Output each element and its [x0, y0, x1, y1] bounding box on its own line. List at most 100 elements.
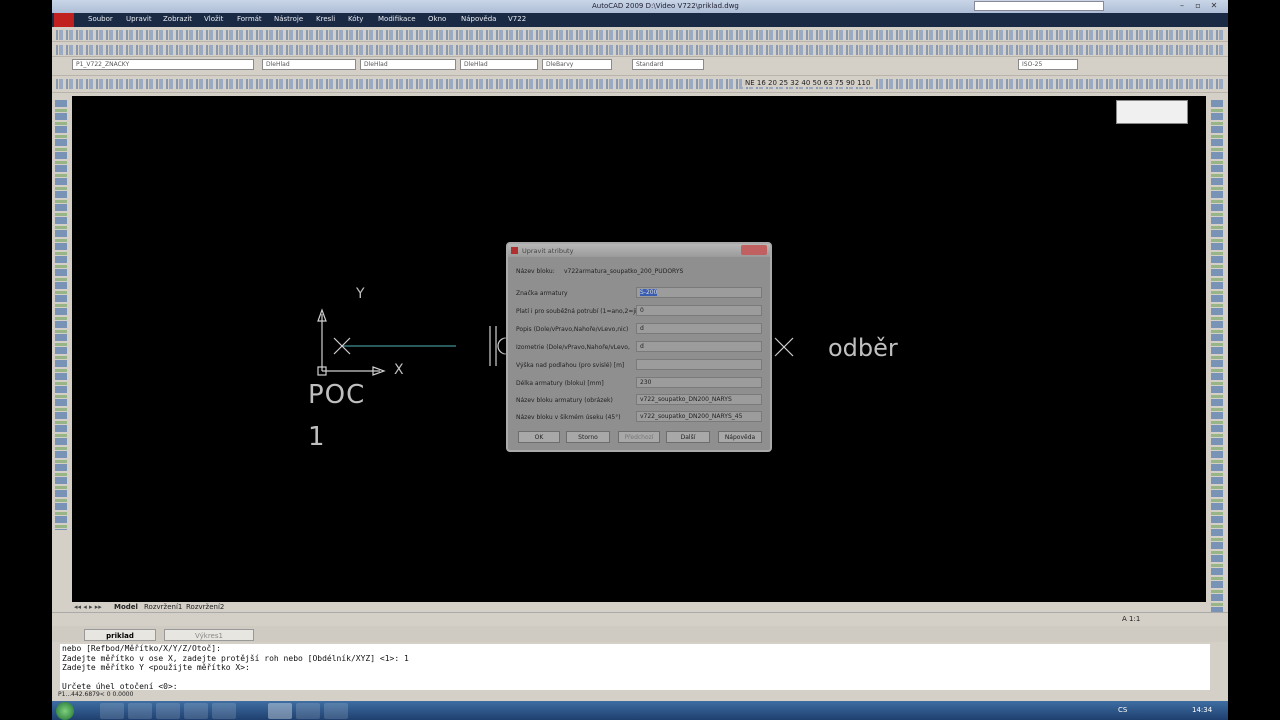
attribute-label: Izometrie (Dole/vPravo,Nahoře/vLevo,: [516, 344, 630, 351]
language-indicator[interactable]: CS: [1118, 706, 1127, 714]
taskbar-ie-button[interactable]: [212, 703, 236, 719]
toolbar-icons[interactable]: [55, 100, 67, 530]
status-bar: P1...442.6879< 0 0.0000: [52, 690, 1228, 701]
linetype-select[interactable]: DleHlad: [360, 59, 456, 70]
attribute-field[interactable]: v722_soupatko_DN200_NARYS: [636, 394, 762, 405]
menu-napoveda[interactable]: Nápověda: [461, 15, 496, 23]
axis-x-label: X: [394, 362, 404, 378]
minimize-icon[interactable]: –: [1176, 1, 1188, 11]
block-name-value: v722armatura_soupatko_200_PUDORYS: [564, 268, 684, 275]
color-select[interactable]: DleHlad: [262, 59, 356, 70]
annotation-scale-bar: A 1:1: [52, 612, 1228, 626]
textstyle-select[interactable]: Standard: [632, 59, 704, 70]
dialog-title: Upravit atributy: [522, 247, 574, 255]
taskbar-save-button[interactable]: [184, 703, 208, 719]
attribute-field[interactable]: d: [636, 341, 762, 352]
attribute-field[interactable]: [636, 359, 762, 370]
application-menu-icon[interactable]: [54, 13, 74, 27]
layout-tabs: ◂◂ ◂ ▸ ▸▸ Model Rozvržení1 Rozvržení2: [72, 602, 1206, 612]
help-button[interactable]: Nápověda: [718, 431, 762, 443]
menu-upravit[interactable]: Upravit: [126, 15, 152, 23]
document-tabs: priklad Výkres1: [52, 626, 1228, 642]
toolbar-icons[interactable]: [56, 45, 1224, 55]
previous-button[interactable]: Předchozí: [618, 431, 660, 443]
ucs-icon: [317, 308, 386, 376]
cancel-button[interactable]: Storno: [566, 431, 610, 443]
attribute-label: Název bloku v šikmém úseku (45°): [516, 414, 621, 421]
toolbar-icons[interactable]: [56, 30, 1224, 40]
menu-soubor[interactable]: Soubor: [88, 15, 113, 23]
layer-select[interactable]: P1_V722_ZNACKY: [72, 59, 254, 70]
attribute-field[interactable]: 0: [636, 305, 762, 316]
axis-y-label: Y: [356, 286, 365, 302]
taskbar-app-button[interactable]: [324, 703, 348, 719]
command-history-line: [62, 673, 1210, 683]
menu-okno[interactable]: Okno: [428, 15, 446, 23]
command-history-line: nebo [Refbod/Měřítko/X/Y/Z/Otoč]:: [62, 644, 221, 653]
taskbar-firefox-button[interactable]: [156, 703, 180, 719]
plotstyle-select[interactable]: DleBarvy: [542, 59, 612, 70]
clock[interactable]: 14:34: [1192, 706, 1212, 714]
menu-koty[interactable]: Kóty: [348, 15, 363, 23]
nav-widget[interactable]: [1116, 100, 1188, 124]
dialog-close-icon[interactable]: [741, 245, 767, 255]
attribute-label: Název bloku armatury (obrázek): [516, 397, 613, 404]
start-button[interactable]: [56, 702, 74, 720]
menu-format[interactable]: Formát: [237, 15, 262, 23]
poc-label: POC: [308, 380, 366, 410]
menu-nastroje[interactable]: Nástroje: [274, 15, 303, 23]
taskbar-autocad-button[interactable]: [268, 703, 292, 719]
attribute-label: Délka armatury (bloku) [mm]: [516, 380, 604, 387]
tab-rozvrzeni2[interactable]: Rozvržení2: [186, 603, 224, 611]
infocenter-search-input[interactable]: [974, 1, 1104, 11]
coordinate-readout: P1...442.6879< 0 0.0000: [58, 691, 134, 698]
command-line[interactable]: nebo [Refbod/Měřítko/X/Y/Z/Otoč]: Zadejt…: [60, 644, 1210, 691]
command-history-line: Zadejte měřítko v ose X, zadejte protějš…: [62, 653, 409, 663]
menu-v722[interactable]: V722: [508, 15, 526, 23]
right-toolbar: [1208, 96, 1226, 626]
block-name-label: Název bloku:: [516, 268, 555, 275]
doc-tab-vykres1[interactable]: Výkres1: [164, 629, 254, 641]
attribute-label: Značka armatury: [516, 290, 568, 297]
attribute-field[interactable]: 230: [636, 377, 762, 388]
toolbar-icons[interactable]: [1211, 100, 1223, 620]
attribute-field[interactable]: d: [636, 323, 762, 334]
lineweight-select[interactable]: DleHlad: [460, 59, 538, 70]
autocad-window: AutoCAD 2009 D:\Video V722\priklad.dwg –…: [52, 0, 1228, 720]
ok-button[interactable]: OK: [518, 431, 560, 443]
left-toolbar: [52, 96, 70, 602]
attribute-field[interactable]: v722_soupatko_DN200_NARYS_45: [636, 411, 762, 422]
taskbar-app-button[interactable]: [296, 703, 320, 719]
taskbar-media-button[interactable]: [128, 703, 152, 719]
toolbar-row-draw: NE 16 20 25 32 40 50 63 75 90 110: [52, 77, 1228, 93]
autocad-icon: [511, 247, 518, 254]
menu-bar: Soubor Upravit Zobrazit Vložit Formát Ná…: [52, 13, 1228, 27]
dimstyle-select[interactable]: ISO-25: [1018, 59, 1078, 70]
pipe-end-marker: [774, 337, 794, 357]
poc-number: 1: [308, 422, 325, 452]
menu-kresli[interactable]: Kresli: [316, 15, 335, 23]
menu-modifikace[interactable]: Modifikace: [378, 15, 416, 23]
doc-tab-priklad[interactable]: priklad: [84, 629, 156, 641]
tab-scroll-arrows[interactable]: ◂◂ ◂ ▸ ▸▸: [74, 603, 102, 611]
dn-size-buttons[interactable]: NE 16 20 25 32 40 50 63 75 90 110: [742, 79, 874, 87]
menu-zobrazit[interactable]: Zobrazit: [163, 15, 192, 23]
taskbar-explorer-button[interactable]: [100, 703, 124, 719]
annotation-scale[interactable]: A 1:1: [1122, 615, 1140, 623]
windows-taskbar: CS 14:34: [52, 701, 1228, 720]
tab-rozvrzeni1[interactable]: Rozvržení1: [144, 603, 182, 611]
title-bar: AutoCAD 2009 D:\Video V722\priklad.dwg –…: [52, 0, 1228, 13]
toolbar-icons[interactable]: [56, 79, 1224, 89]
next-button[interactable]: Další: [666, 431, 710, 443]
tab-model[interactable]: Model: [114, 603, 138, 611]
window-title: AutoCAD 2009 D:\Video V722\priklad.dwg: [592, 2, 739, 10]
attribute-label: Výška nad podlahou (pro svislé) [m]: [516, 362, 625, 369]
close-icon[interactable]: ✕: [1208, 1, 1220, 11]
attribute-label: Popis (Dole/vPravo,Nahoře/vLevo,nic): [516, 326, 629, 333]
dialog-title-bar: Upravit atributy: [508, 244, 770, 257]
menu-vlozit[interactable]: Vložit: [204, 15, 223, 23]
toolbar-row-standard: [52, 28, 1228, 42]
maximize-icon[interactable]: ▫: [1192, 1, 1204, 11]
attribute-label: Platí i pro souběžná potrubí (1=ano,2=ji: [516, 308, 637, 315]
attribute-field[interactable]: S-200: [636, 287, 762, 298]
